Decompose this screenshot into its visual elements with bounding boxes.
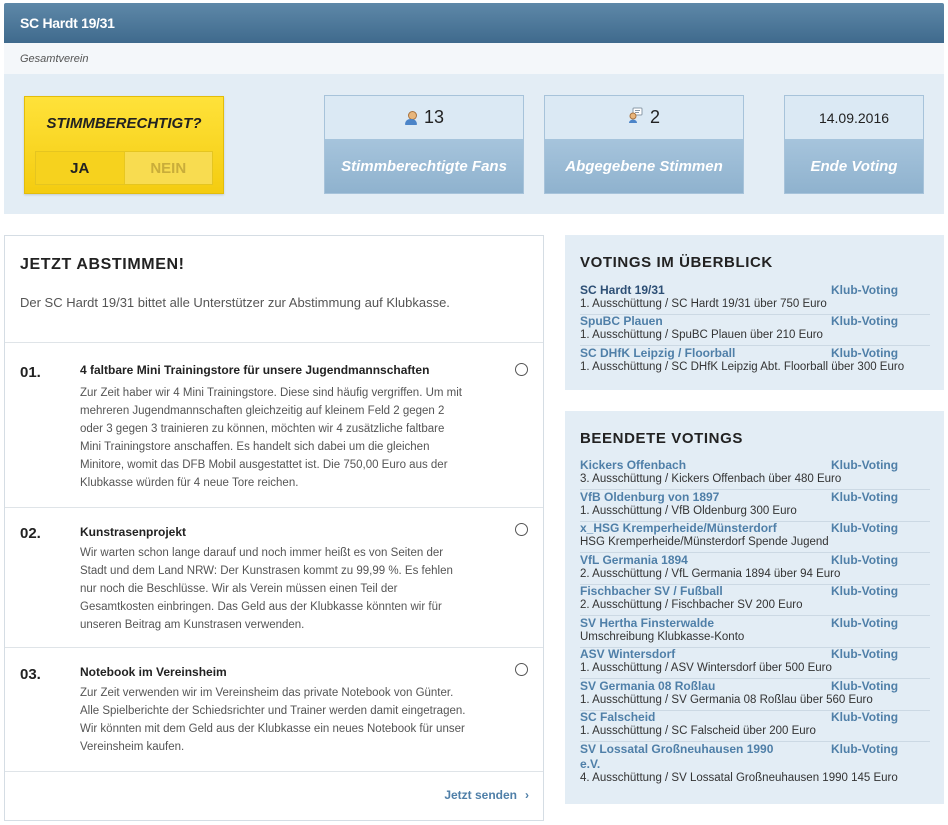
voting-type: Klub-Voting — [831, 584, 899, 598]
voting-club-link[interactable]: SV Hertha Finsterwalde — [580, 616, 825, 631]
option-number: 01. — [20, 364, 41, 381]
voting-description: 1. Ausschüttung / VfB Oldenburg 300 Euro — [580, 505, 797, 517]
votes-label: Abgegebene Stimmen — [545, 139, 743, 193]
voting-type: Klub-Voting — [831, 521, 899, 535]
eligibility-question: STIMMBERECHTIGT? — [46, 115, 202, 132]
voting-type: Klub-Voting — [831, 679, 899, 693]
option-radio[interactable] — [515, 363, 528, 376]
option-title: Notebook im Vereinsheim — [80, 665, 227, 679]
voting-description: 1. Ausschüttung / SC DHfK Leipzig Abt. F… — [580, 361, 905, 373]
fans-count: 13 — [423, 107, 445, 127]
no-button[interactable]: NEIN — [124, 152, 212, 184]
voting-type: Klub-Voting — [831, 490, 899, 504]
option-description: Zur Zeit haber wir 4 Mini Trainingstore.… — [80, 387, 462, 489]
eligibility-box: STIMMBERECHTIGT? JA NEIN — [24, 96, 224, 194]
voting-row[interactable]: SC Hardt 19/31 Klub-Voting 1. Ausschüttu… — [580, 283, 930, 315]
voting-description: HSG Kremperheide/Münsterdorf Spende Juge… — [580, 536, 829, 548]
voting-type: Klub-Voting — [831, 283, 899, 297]
voting-type: Klub-Voting — [831, 346, 899, 360]
voting-club-link[interactable]: SC Falscheid — [580, 710, 825, 725]
sub-bar: Gesamtverein — [4, 43, 944, 74]
voting-overview-panel: VOTINGS IM ÜBERBLICK SC Hardt 19/31 Klub… — [565, 235, 944, 390]
option-description: Wir warten schon lange darauf und noch i… — [80, 547, 453, 631]
option-title: 4 faltbare Mini Trainingstore für unsere… — [80, 363, 430, 377]
option-radio[interactable] — [515, 663, 528, 676]
voting-club-link[interactable]: VfB Oldenburg von 1897 — [580, 490, 825, 505]
voting-description: 1. Ausschüttung / SC Falscheid über 200 … — [580, 725, 816, 737]
voting-type: Klub-Voting — [831, 458, 899, 472]
voting-type: Klub-Voting — [831, 553, 899, 567]
voting-club-link[interactable]: SpuBC Plauen — [580, 314, 825, 329]
person-icon — [404, 110, 418, 126]
voting-description: 1. Ausschüttung / SV Germania 08 Roßlau … — [580, 694, 873, 706]
option-number: 02. — [20, 525, 41, 542]
overview-heading: VOTINGS IM ÜBERBLICK — [580, 254, 773, 271]
vote-card: JETZT ABSTIMMEN! Der SC Hardt 19/31 bitt… — [4, 235, 544, 821]
voting-type: Klub-Voting — [831, 647, 899, 661]
option-item: 01. 4 faltbare Mini Trainingstore für un… — [5, 342, 543, 507]
voting-type: Klub-Voting — [831, 616, 899, 630]
option-radio[interactable] — [515, 523, 528, 536]
chevron-right-icon: › — [525, 788, 529, 802]
voting-club-link[interactable]: VfL Germania 1894 — [580, 553, 825, 568]
option-description: Zur Zeit verwenden wir im Vereinsheim da… — [80, 687, 466, 753]
finished-votings-panel: BEENDETE VOTINGS Kickers Offenbach Klub-… — [565, 411, 944, 804]
stat-end: 14.09.2016 Ende Voting — [784, 95, 924, 194]
option-title: Kunstrasenprojekt — [80, 525, 187, 539]
voting-club-link[interactable]: ASV Wintersdorf — [580, 647, 825, 662]
stats-strip: STIMMBERECHTIGT? JA NEIN 13 Stimmberecht… — [4, 74, 944, 214]
end-label: Ende Voting — [785, 139, 923, 193]
eligibility-toggle: JA NEIN — [35, 151, 213, 185]
voting-club-link[interactable]: SC Hardt 19/31 — [580, 283, 825, 298]
voting-club-link[interactable]: x_HSG Kremperheide/Münsterdorf — [580, 521, 825, 536]
voting-description: Umschreibung Klubkasse-Konto — [580, 631, 745, 643]
fans-label: Stimmberechtigte Fans — [325, 139, 523, 193]
vote-heading: JETZT ABSTIMMEN! — [20, 256, 185, 273]
voting-type: Klub-Voting — [831, 710, 899, 724]
send-vote-link[interactable]: Jetzt senden › — [444, 788, 529, 802]
option-item: 03. Notebook im Vereinsheim Zur Zeit ver… — [5, 647, 543, 771]
stat-fans: 13 Stimmberechtigte Fans — [324, 95, 524, 194]
voting-club-link[interactable]: SC DHfK Leipzig / Floorball — [580, 346, 825, 361]
voting-club-link[interactable]: Fischbacher SV / Fußball — [580, 584, 825, 599]
voting-description: 1. Ausschüttung / SC Hardt 19/31 über 75… — [580, 298, 827, 310]
voting-description: 2. Ausschüttung / Fischbacher SV 200 Eur… — [580, 599, 803, 611]
title-bar: SC Hardt 19/31 — [4, 3, 944, 43]
stat-votes: 2 Abgegebene Stimmen — [544, 95, 744, 194]
end-date: 14.09.2016 — [785, 96, 923, 139]
voting-type: Klub-Voting — [831, 314, 899, 328]
divider — [5, 771, 543, 772]
voting-type: Klub-Voting — [831, 742, 899, 756]
voting-row[interactable]: SC DHfK Leipzig / Floorball Klub-Voting … — [580, 346, 930, 378]
ballot-icon — [628, 107, 644, 128]
yes-button[interactable]: JA — [36, 152, 125, 184]
club-title: SC Hardt 19/31 — [20, 15, 115, 31]
club-subtitle: Gesamtverein — [20, 53, 89, 65]
option-item: 02. Kunstrasenprojekt Wir warten schon l… — [5, 507, 543, 647]
finished-heading: BEENDETE VOTINGS — [580, 430, 743, 447]
voting-description: 2. Ausschüttung / VfL Germania 1894 über… — [580, 568, 841, 580]
vote-intro: Der SC Hardt 19/31 bittet alle Unterstüt… — [20, 295, 450, 310]
voting-row[interactable]: SpuBC Plauen Klub-Voting 1. Ausschüttung… — [580, 314, 930, 346]
voting-description: 1. Ausschüttung / ASV Wintersdorf über 5… — [580, 662, 832, 674]
option-number: 03. — [20, 666, 41, 683]
voting-club-link[interactable]: SV Germania 08 Roßlau — [580, 679, 825, 694]
votes-count: 2 — [649, 107, 660, 127]
voting-club-link[interactable]: SV Lossatal Großneuhausen 1990 e.V. — [580, 742, 795, 772]
voting-club-link[interactable]: Kickers Offenbach — [580, 458, 825, 473]
voting-description: 4. Ausschüttung / SV Lossatal Großneuhau… — [580, 772, 898, 784]
voting-description: 3. Ausschüttung / Kickers Offenbach über… — [580, 473, 842, 485]
voting-description: 1. Ausschüttung / SpuBC Plauen über 210 … — [580, 329, 823, 341]
